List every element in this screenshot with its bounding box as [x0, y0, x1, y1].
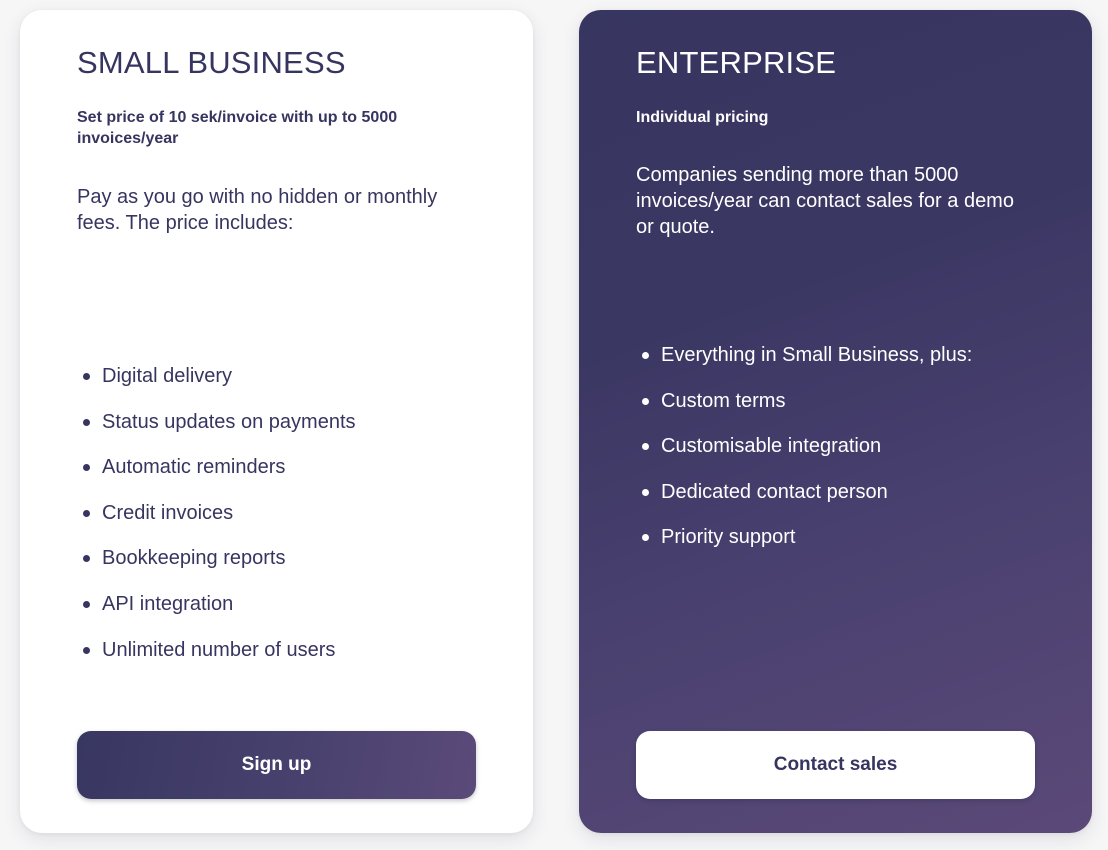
feature-item: Unlimited number of users	[77, 637, 356, 683]
bullet-icon	[83, 373, 90, 380]
bullet-icon	[83, 646, 90, 654]
bullet-icon	[83, 600, 90, 608]
plan-title: ENTERPRISE	[636, 45, 837, 80]
feature-item: Priority support	[636, 524, 972, 570]
bullet-icon	[83, 464, 90, 472]
feature-item: Credit invoices	[77, 500, 356, 546]
bullet-icon	[642, 534, 649, 542]
bullet-icon	[83, 418, 90, 426]
feature-label: Priority support	[661, 526, 796, 549]
feature-label: Unlimited number of users	[102, 638, 336, 661]
bullet-icon	[642, 443, 649, 451]
feature-item: Bookkeeping reports	[77, 545, 356, 591]
bullet-icon	[642, 397, 649, 405]
bullet-icon	[83, 509, 90, 517]
feature-list: Digital delivery Status updates on payme…	[77, 363, 356, 682]
plan-price-subtitle: Set price of 10 sek/invoice with up to 5…	[77, 109, 398, 147]
feature-label: Custom terms	[661, 389, 786, 412]
feature-label: Status updates on payments	[102, 410, 356, 433]
feature-item: Everything in Small Business, plus:	[636, 342, 972, 388]
feature-item: Dedicated contact person	[636, 479, 972, 525]
small-business-plan-card: SMALL BUSINESS Set price of 10 sek/invoi…	[20, 10, 533, 833]
plan-description: Companies sending more than 5000 invoice…	[636, 164, 1014, 238]
feature-item: Automatic reminders	[77, 454, 356, 500]
feature-item: Customisable integration	[636, 433, 972, 479]
plan-title: SMALL BUSINESS	[77, 45, 346, 80]
contact-sales-button[interactable]: Contact sales	[636, 731, 1035, 799]
feature-label: Everything in Small Business, plus:	[661, 344, 973, 366]
feature-label: Credit invoices	[102, 501, 234, 524]
bullet-icon	[642, 352, 649, 359]
enterprise-plan-card: ENTERPRISE Individual pricing Companies …	[579, 10, 1092, 833]
bullet-icon	[642, 488, 649, 496]
plan-price-subtitle: Individual pricing	[636, 109, 769, 126]
feature-label: Digital delivery	[102, 365, 233, 387]
sign-up-button[interactable]: Sign up	[77, 731, 476, 799]
feature-label: Dedicated contact person	[661, 480, 888, 503]
feature-item: API integration	[77, 591, 356, 637]
feature-item: Digital delivery	[77, 363, 356, 409]
feature-label: Bookkeeping reports	[102, 547, 286, 570]
bullet-icon	[83, 555, 90, 563]
feature-item: Custom terms	[636, 388, 972, 434]
feature-label: Automatic reminders	[102, 456, 286, 479]
feature-list: Everything in Small Business, plus: Cust…	[636, 342, 972, 570]
feature-label: API integration	[102, 592, 234, 615]
plan-description: Pay as you go with no hidden or monthly …	[77, 186, 438, 234]
feature-label: Customisable integration	[661, 435, 882, 458]
feature-item: Status updates on payments	[77, 409, 356, 455]
